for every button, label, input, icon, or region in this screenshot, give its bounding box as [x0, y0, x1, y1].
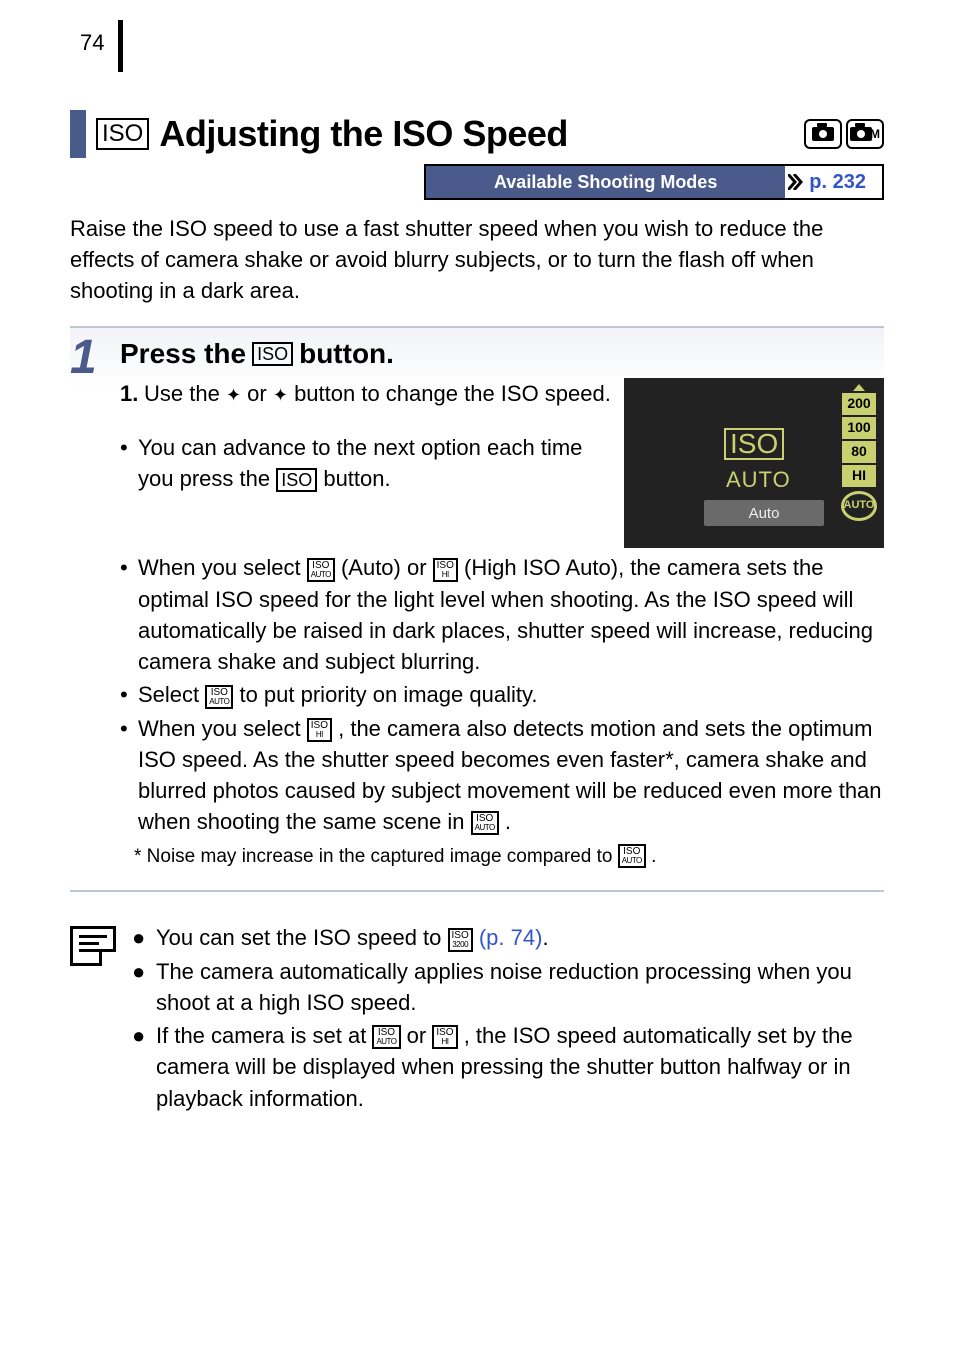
bullet-item: • You can advance to the next option eac… [120, 432, 614, 494]
note-item: ● If the camera is set at ISOAUTO or ISO… [132, 1020, 884, 1114]
available-modes-page-ref[interactable]: p. 232 [809, 171, 882, 194]
page-header: 74 [70, 30, 884, 70]
note-item: ● The camera automatically applies noise… [132, 956, 884, 1018]
bullet: • [120, 713, 138, 838]
text: button to change the ISO speed. [294, 381, 611, 406]
bullet: • [120, 552, 138, 677]
camera-lcd-screenshot: ISO AUTO Auto 200 100 80 HI AUTO [624, 378, 884, 548]
text: When you select [138, 716, 307, 741]
iso-auto-icon: ISOAUTO [618, 844, 646, 868]
text: or [247, 381, 273, 406]
iso-button-icon: ISO [252, 342, 293, 366]
bullet: • [120, 679, 138, 710]
arrow-down-icon: ✦ [273, 383, 288, 409]
iso-auto-icon: ISOAUTO [471, 811, 499, 835]
step-1: 1 Press the ISO button. 1. Use the ✦ or … [70, 326, 884, 892]
bullet: ● [132, 922, 156, 953]
text: . [505, 809, 511, 834]
intro-paragraph: Raise the ISO speed to use a fast shutte… [70, 214, 884, 306]
text: button. [323, 466, 390, 491]
step-content: 1. Use the ✦ or ✦ button to change the I… [120, 378, 884, 870]
text: . [651, 846, 656, 867]
text: Select [138, 682, 205, 707]
bullet: ● [132, 1020, 156, 1114]
text: When you select [138, 555, 307, 580]
ladder-item: HI [842, 465, 876, 487]
footnote: * Noise may increase in the captured ima… [134, 844, 884, 871]
ladder-item: 100 [842, 417, 876, 439]
triangle-up-icon [853, 384, 865, 391]
available-modes-box: Available Shooting Modes p. 232 [424, 164, 884, 200]
mode-icons: M [804, 119, 884, 149]
bullet-item: • Select ISOAUTO to put priority on imag… [120, 679, 884, 710]
camera-mode-icon [804, 119, 842, 149]
bullet-item: • When you select ISOHI , the camera als… [120, 713, 884, 838]
available-modes-row: Available Shooting Modes p. 232 [70, 164, 884, 200]
chevron-right-icon [785, 166, 809, 198]
lcd-auto-label: AUTO [726, 464, 791, 495]
lcd-auto-bar: Auto [704, 500, 824, 526]
section-title-bar: ISO Adjusting the ISO Speed M [70, 110, 884, 158]
step-title-pre: Press the [120, 338, 246, 370]
iso-button-icon: ISO [276, 468, 317, 492]
text: You can set the ISO speed to [156, 925, 448, 950]
note-list: ● You can set the ISO speed to ISO3200 (… [132, 922, 884, 1115]
iso-auto-icon: ISOAUTO [372, 1025, 400, 1049]
note-item: ● You can set the ISO speed to ISO3200 (… [132, 922, 884, 953]
page-number: 74 [80, 30, 104, 56]
camera-m-mode-icon: M [846, 119, 884, 149]
ladder-selected: AUTO [841, 491, 877, 521]
section-title: Adjusting the ISO Speed [159, 113, 794, 155]
iso-auto-icon: ISOAUTO [307, 558, 335, 582]
arrow-up-icon: ✦ [226, 383, 241, 409]
text: or [407, 1023, 433, 1048]
text: The camera automatically applies noise r… [156, 956, 884, 1018]
bullet: • [120, 432, 138, 494]
cut-mark [118, 20, 123, 72]
title-accent [70, 110, 86, 158]
step-title: Press the ISO button. [120, 338, 884, 370]
iso-hi-icon: ISOHI [432, 1025, 457, 1049]
text: to put priority on image quality. [239, 682, 537, 707]
iso-badge-icon: ISO [96, 118, 149, 150]
iso-3200-icon: ISO3200 [448, 928, 473, 952]
step-title-post: button. [299, 338, 394, 370]
text: (Auto) or [341, 555, 433, 580]
bullet-item: • When you select ISOAUTO (Auto) or ISOH… [120, 552, 884, 677]
bullet: ● [132, 956, 156, 1018]
numbered-item: 1. Use the ✦ or ✦ button to change the I… [120, 378, 614, 409]
text: . [542, 925, 548, 950]
iso-hi-icon: ISOHI [433, 558, 458, 582]
note-icon [70, 926, 116, 966]
page-link[interactable]: (p. 74) [479, 925, 543, 950]
item-number: 1. [120, 378, 144, 409]
iso-hi-icon: ISOHI [307, 718, 332, 742]
step-body: Press the ISO button. 1. Use the ✦ or ✦ … [120, 328, 884, 870]
iso-auto-icon: ISOAUTO [205, 685, 233, 709]
step-number: 1 [70, 328, 120, 870]
lcd-iso-ladder: 200 100 80 HI AUTO [840, 384, 878, 521]
available-modes-label: Available Shooting Modes [426, 166, 785, 198]
text: If the camera is set at [156, 1023, 372, 1048]
lcd-iso-label: ISO [724, 428, 784, 460]
ladder-item: 80 [842, 441, 876, 463]
ladder-item: 200 [842, 393, 876, 415]
text: * Noise may increase in the captured ima… [134, 846, 618, 867]
text: Use the [144, 381, 226, 406]
note-block: ● You can set the ISO speed to ISO3200 (… [70, 922, 884, 1115]
